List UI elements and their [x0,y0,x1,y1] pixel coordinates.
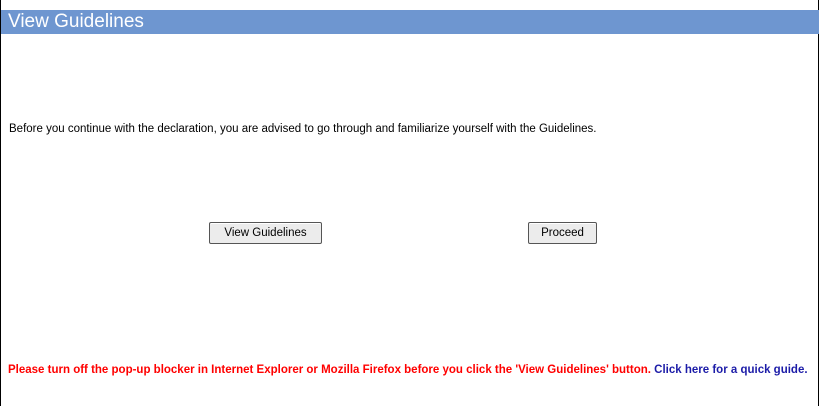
view-guidelines-button[interactable]: View Guidelines [209,222,322,244]
warning-text: Please turn off the pop-up blocker in In… [8,364,651,376]
quick-guide-link[interactable]: Click here for a quick guide. [654,364,807,376]
intro-text: Before you continue with the declaration… [9,123,597,135]
proceed-button[interactable]: Proceed [528,222,597,244]
page-title: View Guidelines [8,11,144,32]
page-title-bar: View Guidelines [1,10,819,34]
page-container: View Guidelines Before you continue with… [0,0,819,406]
popup-blocker-warning: Please turn off the pop-up blocker in In… [8,364,816,377]
